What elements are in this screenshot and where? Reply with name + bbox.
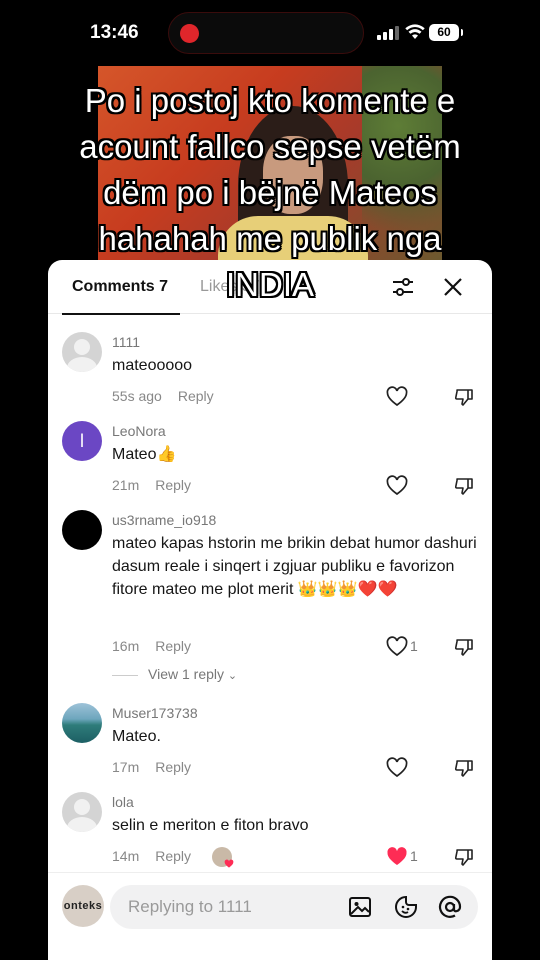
comment-username[interactable]: lola <box>112 794 134 810</box>
status-time: 13:46 <box>90 22 139 43</box>
creator-liked-avatar <box>212 847 234 868</box>
dislike-icon[interactable] <box>454 847 474 867</box>
comment-text: selin e meriton e fiton bravo <box>112 817 309 834</box>
reply-button[interactable]: Reply <box>155 477 191 493</box>
avatar[interactable] <box>62 510 102 550</box>
dislike-icon[interactable] <box>454 476 474 496</box>
view-replies-button[interactable]: View 1 reply ⌄ <box>112 666 237 682</box>
comment-time: 21m <box>112 477 140 493</box>
wifi-icon <box>405 24 425 39</box>
reply-button[interactable]: Reply <box>178 388 214 404</box>
heart-icon[interactable] <box>386 636 408 658</box>
recording-indicator-icon <box>180 24 199 43</box>
view-replies-label: View 1 reply <box>148 666 225 682</box>
comment-input-placeholder: Replying to 1111 <box>128 897 252 916</box>
heart-filled-icon[interactable] <box>386 846 408 868</box>
comment-username[interactable]: LeoNora <box>112 423 166 439</box>
avatar[interactable] <box>62 332 102 372</box>
comment-username[interactable]: Muser173738 <box>112 705 198 721</box>
comment-meta: 17m Reply <box>112 759 191 775</box>
heart-icon[interactable] <box>386 757 408 779</box>
heart-icon[interactable] <box>386 386 408 408</box>
image-icon[interactable] <box>348 895 372 919</box>
comment-meta: 55s ago Reply <box>112 388 214 404</box>
comment-time: 16m <box>112 638 140 654</box>
comment-text: mateooooo <box>112 357 193 374</box>
chevron-down-icon: ⌄ <box>227 670 238 682</box>
comment-input[interactable]: Replying to 1111 <box>110 885 478 929</box>
comment-time: 17m <box>112 759 140 775</box>
heart-icon <box>224 859 234 868</box>
comment-meta: 21m Reply <box>112 477 191 493</box>
comment-username[interactable]: us3rname_io918 <box>112 512 216 528</box>
comment-time: 55s ago <box>112 388 162 404</box>
comment-meta: 14m Reply <box>112 848 191 864</box>
status-bar: 13:46 60 <box>0 0 540 66</box>
video-caption-overlay: Po i postoj kto komente e acount fallco … <box>79 82 461 303</box>
like-count: 1 <box>410 848 418 864</box>
avatar[interactable] <box>62 703 102 743</box>
my-avatar[interactable]: onteks <box>62 885 104 927</box>
comment-time: 14m <box>112 848 140 864</box>
dislike-icon[interactable] <box>454 758 474 778</box>
heart-icon[interactable] <box>386 475 408 497</box>
avatar[interactable]: l <box>62 421 102 461</box>
reply-button[interactable]: Reply <box>155 848 191 864</box>
comment-text: Mateo👍 <box>112 446 177 463</box>
battery-icon: 60 <box>429 24 463 41</box>
cellular-signal-icon <box>377 26 401 40</box>
like-count: 1 <box>410 638 418 654</box>
dislike-icon[interactable] <box>454 637 474 657</box>
avatar[interactable] <box>62 792 102 832</box>
comment-username[interactable]: 1111 <box>112 334 140 350</box>
reply-button[interactable]: Reply <box>155 759 191 775</box>
comment-meta: 16m Reply <box>112 638 191 654</box>
reply-button[interactable]: Reply <box>155 638 191 654</box>
dislike-icon[interactable] <box>454 387 474 407</box>
comment-text: Mateo. <box>112 728 161 745</box>
comment-text: mateo kapas hstorin me brikin debat humo… <box>112 535 477 598</box>
mention-icon[interactable] <box>438 895 462 919</box>
comments-sheet: Comments 7 Likes 57 1111 mateooooo 55s a… <box>48 260 492 960</box>
comment-input-bar: onteks Replying to 1111 <box>48 872 492 960</box>
tab-active-underline <box>62 313 180 315</box>
dynamic-island <box>168 12 364 54</box>
emoji-icon[interactable] <box>394 895 418 919</box>
